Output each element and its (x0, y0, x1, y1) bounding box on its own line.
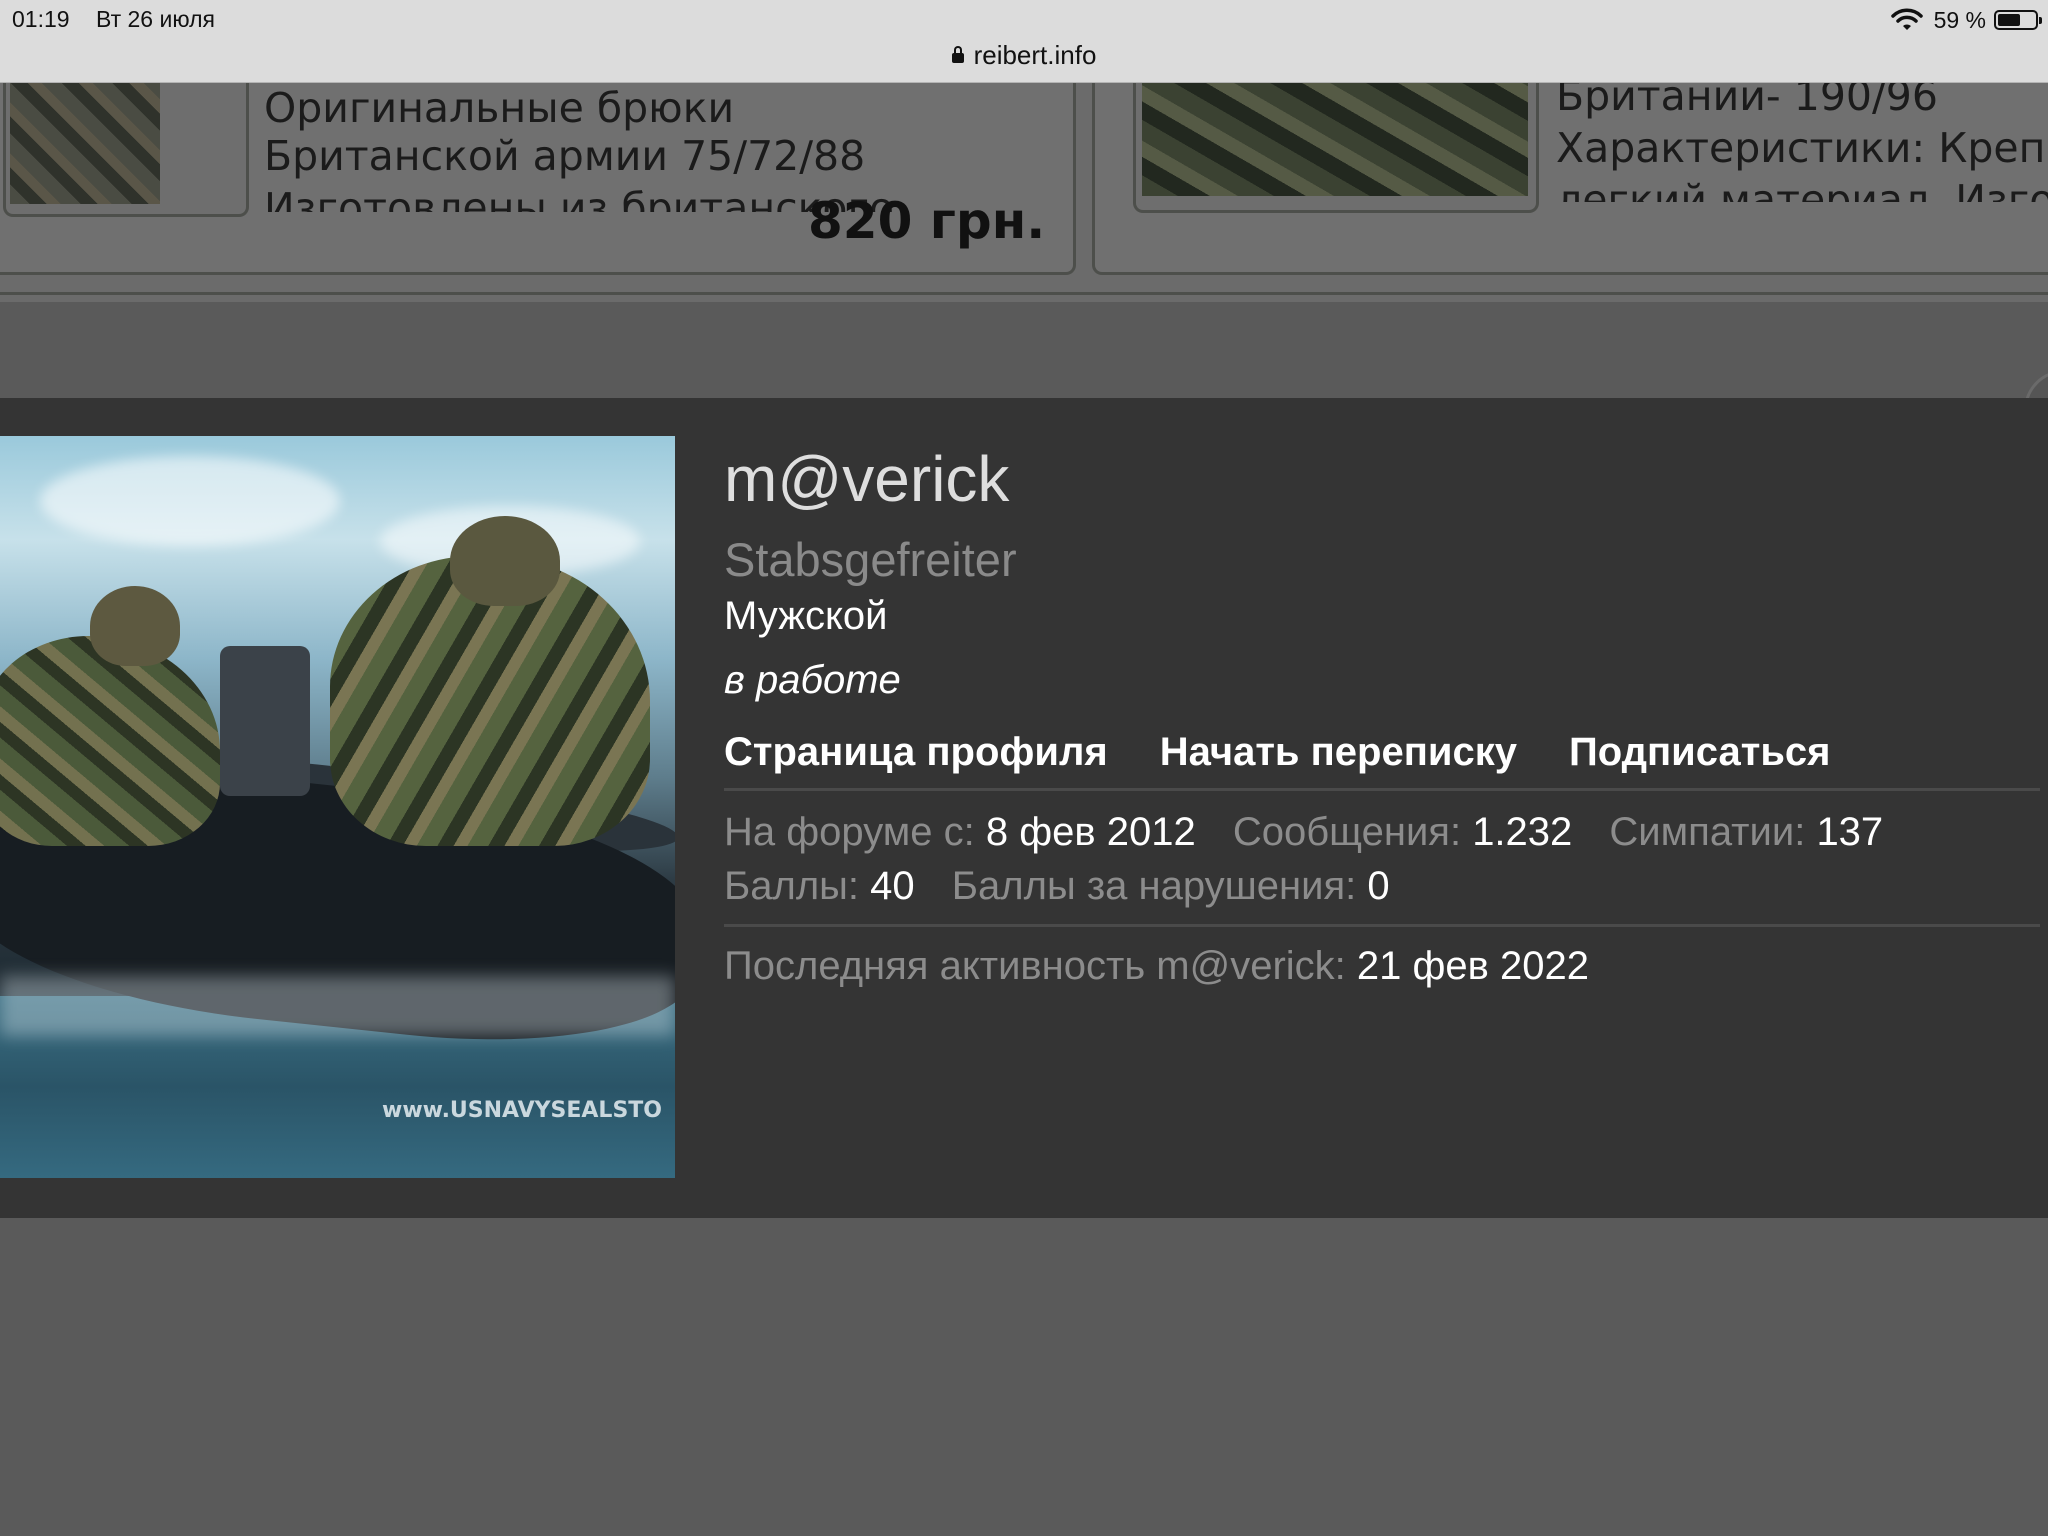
warning-points-value: 0 (1367, 864, 1390, 908)
username[interactable]: m@verick (724, 442, 1009, 516)
listing-price: 820 грн. (808, 192, 1046, 250)
points-label: Баллы: (724, 864, 860, 908)
last-activity-label: Последняя активность m@verick: (724, 944, 1346, 988)
listing-desc-line: легкий материал. Изго (1556, 176, 2048, 202)
joined-value: 8 фев 2012 (985, 810, 1196, 854)
lock-icon (951, 46, 964, 63)
address-url: reibert.info (973, 40, 1097, 70)
listing-thumbnail[interactable] (10, 82, 160, 204)
member-card-popup: www.USNAVYSEALSTO m@verick Stabsgefreite… (0, 398, 2048, 1218)
member-actions: Страница профиля Начать переписку Подпис… (724, 730, 1831, 775)
warning-points-label: Баллы за нарушения: (951, 864, 1357, 908)
battery-percent: 59 % (1933, 6, 1986, 33)
wifi-icon (1890, 8, 1923, 30)
listing-desc-line: Британии- 190/96 (1556, 82, 1938, 120)
messages-value[interactable]: 1.232 (1472, 810, 1572, 854)
divider (0, 292, 2048, 295)
listing-desc-line: Характеристики: Креп (1556, 124, 2046, 172)
listing-thumbnail[interactable] (1142, 82, 1528, 196)
listing-desc-line: Британской армии 75/72/88 (264, 132, 866, 180)
status-bar: 01:19 Вт 26 июля reibert.info 59 % (0, 0, 2048, 83)
divider (724, 924, 2040, 927)
avatar-watermark: www.USNAVYSEALSTO (382, 1098, 663, 1123)
status-time: 01:19 (12, 6, 70, 32)
address-bar[interactable]: reibert.info (0, 40, 2048, 71)
member-stats-row-2: Баллы: 40 Баллы за нарушения: 0 (724, 864, 1416, 909)
status-indicators: 59 % (1890, 6, 2042, 34)
points-value: 40 (870, 864, 915, 908)
messages-label: Сообщения: (1232, 810, 1462, 854)
last-activity-value: 21 фев 2022 (1356, 944, 1590, 988)
start-conversation-link[interactable]: Начать переписку (1160, 730, 1517, 775)
user-rank: Stabsgefreiter (724, 533, 1017, 586)
likes-value: 137 (1816, 810, 1884, 854)
likes-label: Симпатии: (1609, 810, 1806, 854)
profile-page-link[interactable]: Страница профиля (724, 730, 1108, 775)
battery-icon (1994, 10, 2042, 30)
follow-link[interactable]: Подписаться (1569, 730, 1831, 775)
status-date: Вт 26 июля (96, 6, 215, 32)
joined-label: На форуме с: (724, 810, 975, 854)
last-activity: Последняя активность m@verick: 21 фев 20… (724, 944, 1615, 989)
avatar[interactable]: www.USNAVYSEALSTO (0, 436, 675, 1178)
listing-desc-line: Изготовлены из британского (264, 184, 895, 212)
divider (724, 788, 2040, 791)
background-page: Оригинальные брюки Британской армии 75/7… (0, 78, 2048, 302)
user-status: в работе (724, 658, 901, 702)
member-stats-row-1: На форуме с: 8 фев 2012 Сообщения: 1.232… (724, 810, 1909, 855)
user-gender: Мужской (724, 594, 888, 638)
listing-desc-line: Оригинальные брюки (264, 84, 735, 132)
